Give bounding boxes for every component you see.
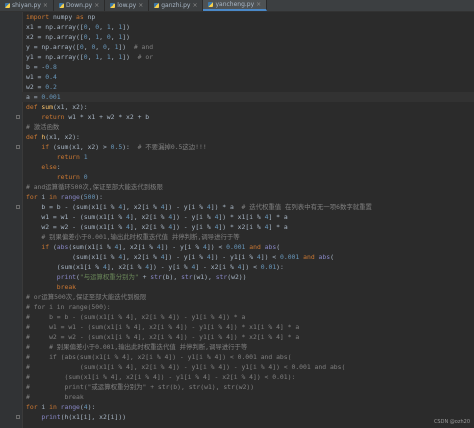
code-line[interactable]: (sum(x1[i % 4], x2[i % 4]) - y[i % 4] - … [26,262,284,272]
code-line[interactable]: # for i in range(500): [26,302,111,312]
code-line[interactable]: return 0 [26,172,88,182]
code-line[interactable]: x2 = np.array([0, 1, 0, 1]) [26,32,130,42]
code-line[interactable]: else: [26,162,60,172]
code-editor[interactable]: import numpy as np x1 = np.array([0, 0, 1… [0,12,474,428]
code-line[interactable]: # 别果偏差小于0.001,输出此时权重迭代值 并停判断,调导进行于等 [26,232,239,242]
code-line[interactable]: # if (abs(sum(x1[i % 4], x2[i % 4]) - y1… [26,352,291,362]
code-line[interactable]: # (sum(x1[i % 4], x2[i % 4]) - y1[i % 4]… [26,362,345,372]
code-line[interactable]: if (abs(sum(x1[i % 4], x2[i % 4]) - y[i … [26,242,280,252]
close-icon[interactable]: × [138,2,143,9]
fold-marker-icon[interactable] [16,415,20,419]
code-line[interactable]: # break [26,392,84,402]
code-line[interactable]: w2 = 0.2 [26,82,57,92]
code-line[interactable]: y1 = np.array([0, 1, 1, 1]) # or [26,52,153,62]
code-line[interactable]: b = -0.8 [26,62,57,72]
code-line[interactable]: x1 = np.array([0, 0, 1, 1]) [26,22,130,32]
python-file-icon [154,3,160,8]
close-icon[interactable]: × [43,2,48,9]
code-line[interactable]: # # 别果偏差小于0.001,输出此时权重迭代值 并停判断,调导进行于等 [26,342,247,352]
code-line[interactable]: if (sum(x1, x2) > 0.5): # 不要漏掉0.5这边!!! [26,142,206,152]
code-line[interactable]: # and运算循环500次,保证至部大能迭代到极限 [26,182,163,192]
code-area[interactable]: import numpy as np x1 = np.array([0, 0, 1… [22,12,474,428]
editor-gutter [0,12,23,428]
code-line[interactable]: def sum(x1, x2): [26,102,88,112]
code-line[interactable]: for i in range(4): [26,402,95,412]
code-line[interactable]: y = np.array([0, 0, 0, 1]) # and [26,42,153,52]
python-file-icon [208,2,214,7]
python-file-icon [110,3,116,8]
tab-label: shiyan.py [12,2,41,9]
close-icon[interactable]: × [256,1,261,8]
code-line[interactable]: print(h(x1[i], x2[i])) [26,412,126,422]
fold-marker-icon[interactable] [16,145,20,149]
code-line[interactable]: return w1 * x1 + w2 * x2 + b [26,112,149,122]
code-line[interactable]: w2 = w2 - (sum(x1[i % 4], x2[i % 4]) - y… [26,222,287,232]
tab-label: yancheng.py [215,1,255,8]
tab-yancheng[interactable]: yancheng.py × [203,0,268,11]
tab-label: Down.py [65,2,93,9]
editor-tab-bar: shiyan.py × Down.py × low.py × ganzhi.py… [0,0,474,12]
close-icon[interactable]: × [94,2,99,9]
code-line[interactable]: return 1 [26,152,88,162]
code-line[interactable]: # (sum(x1[i % 4], x2[i % 4]) - y1[i % 4]… [26,372,295,382]
code-line[interactable]: # w1 = w1 - (sum(x1[i % 4], x2[i % 4]) -… [26,322,299,332]
code-line[interactable]: # w2 = w2 - (sum(x1[i % 4], x2[i % 4]) -… [26,332,299,342]
tab-label: ganzhi.py [161,2,191,9]
watermark: CSDN @ozh20 [433,419,470,425]
tab-down[interactable]: Down.py × [54,0,106,11]
code-line[interactable]: # b = b - (sum(x1[i % 4], x2[i % 4]) - y… [26,312,245,322]
code-line[interactable]: (sum(x1[i % 4], x2[i % 4]) - y[i % 4]) -… [26,252,334,262]
code-line[interactable]: w1 = 0.4 [26,72,57,82]
tab-ganzhi[interactable]: ganzhi.py × [149,0,204,11]
code-line[interactable]: import numpy as np [26,12,95,22]
code-line[interactable]: a = 0.001 [26,92,61,102]
fold-marker-icon[interactable] [16,205,20,209]
fold-marker-icon[interactable] [16,115,20,119]
code-line[interactable]: break [26,282,76,292]
python-file-icon [5,3,10,8]
tab-label: low.py [117,2,137,9]
tab-low[interactable]: low.py × [105,0,150,11]
code-line[interactable]: # 激活函数 [26,122,59,132]
code-line[interactable]: for i in range(500): [26,192,103,202]
code-line[interactable]: # or运算500次,保证至部大能迭代到极限 [26,292,146,302]
code-line[interactable]: print("与运算权重分别为" + str(b), str(w1), str(… [26,272,247,282]
code-line[interactable]: w1 = w1 - (sum(x1[i % 4], x2[i % 4]) - y… [26,212,287,222]
code-line[interactable]: b = b - (sum(x1[i % 4], x2[i % 4]) - y[i… [26,202,372,212]
code-line[interactable]: def h(x1, x2): [26,132,80,142]
tab-shiyan[interactable]: shiyan.py × [0,0,54,11]
close-icon[interactable]: × [192,2,197,9]
python-file-icon [58,3,64,8]
code-line[interactable]: # print("或运算权重分别为" + str(b), str(w1), st… [26,382,254,392]
